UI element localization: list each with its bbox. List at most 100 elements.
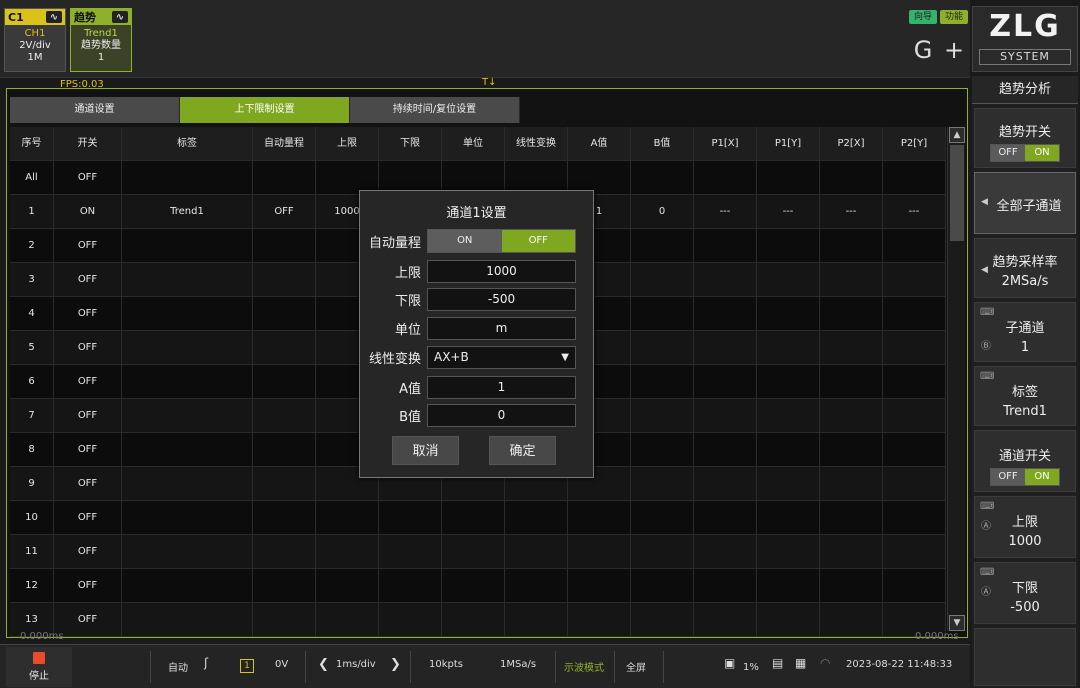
empty-soft-button[interactable] xyxy=(974,628,1076,686)
table-cell: OFF xyxy=(54,161,122,194)
table-header-cell: P2[X] xyxy=(820,127,883,160)
g-icon[interactable]: G xyxy=(909,30,937,70)
channel-switch-button[interactable]: 通道开关 OFF ON xyxy=(974,430,1076,492)
auto-range-toggle[interactable]: ON OFF xyxy=(427,229,576,253)
table-header-cell: 自动量程 xyxy=(253,127,316,160)
table-cell xyxy=(757,535,820,568)
scroll-thumb[interactable] xyxy=(950,145,964,241)
trigger-level[interactable]: 0V xyxy=(275,659,288,670)
fullscreen-button[interactable]: 全屏 xyxy=(626,659,646,674)
table-cell xyxy=(505,603,568,636)
timebase-value[interactable]: 1ms/div xyxy=(336,659,376,670)
b-input[interactable]: 0 xyxy=(427,403,576,427)
scroll-up-icon[interactable]: ▲ xyxy=(949,127,965,143)
table-header-cell: B值 xyxy=(631,127,694,160)
toggle-on-option[interactable]: ON xyxy=(428,230,502,252)
trend-tag: 趋势 xyxy=(74,11,96,24)
table-cell xyxy=(122,365,253,398)
tab-limit-settings[interactable]: 上下限制设置 xyxy=(180,97,350,123)
timebase-left-icon[interactable]: ❮ xyxy=(318,657,329,672)
table-cell xyxy=(883,161,946,194)
toggle-off-option[interactable]: OFF xyxy=(501,230,575,252)
table-cell xyxy=(631,161,694,194)
trigger-channel-box[interactable]: 1 xyxy=(240,659,254,673)
memory-depth[interactable]: 10kpts xyxy=(429,659,463,670)
table-header-row: 序号 开关 标签 自动量程 上限 下限 单位 线性变换 A值 B值 P1[X] P1[Y] P2[X] P… xyxy=(10,127,946,161)
table-cell xyxy=(253,433,316,466)
table-cell xyxy=(568,603,631,636)
function-button[interactable]: 功能 xyxy=(940,10,968,24)
table-row[interactable]: 11 OFF xyxy=(10,535,946,569)
table-cell xyxy=(316,535,379,568)
table-cell xyxy=(757,433,820,466)
table-row[interactable]: 12 OFF xyxy=(10,569,946,603)
trend-switch-button[interactable]: 趋势开关 OFF ON xyxy=(974,108,1076,168)
tab-duration-reset[interactable]: 持续时间/复位设置 xyxy=(350,97,520,123)
table-cell xyxy=(694,467,757,500)
a-input[interactable]: 1 xyxy=(427,375,576,399)
table-cell xyxy=(631,603,694,636)
trigger-mode[interactable]: 自动 xyxy=(168,659,188,674)
system-button[interactable]: SYSTEM xyxy=(979,49,1071,65)
table-cell xyxy=(820,467,883,500)
trend-tile[interactable]: 趋势 ∿ Trend1 趋势数量 1 xyxy=(70,8,132,72)
table-cell xyxy=(694,161,757,194)
trend-switch-toggle[interactable]: OFF ON xyxy=(990,144,1060,162)
guide-button[interactable]: 向导 xyxy=(909,10,937,24)
timebase-right-icon[interactable]: ❯ xyxy=(390,657,401,672)
table-cell xyxy=(505,569,568,602)
table-row[interactable]: 13 OFF xyxy=(10,603,946,637)
table-cell xyxy=(694,331,757,364)
lower-limit-button[interactable]: ⌨ Ⓐ 下限 -500 xyxy=(974,562,1076,624)
table-cell xyxy=(442,569,505,602)
trigger-marker: T↓ xyxy=(482,77,497,88)
table-row[interactable]: 10 OFF xyxy=(10,501,946,535)
tag-button[interactable]: ⌨ 标签 Trend1 xyxy=(974,366,1076,426)
scope-mode[interactable]: 示波模式 xyxy=(564,659,604,674)
scroll-down-icon[interactable]: ▼ xyxy=(949,615,965,631)
table-cell: 7 xyxy=(10,399,54,432)
table-cell xyxy=(820,331,883,364)
toggle-on: ON xyxy=(1025,469,1059,485)
ch1-name: CH1 xyxy=(24,28,46,39)
table-cell xyxy=(757,365,820,398)
table-cell xyxy=(820,365,883,398)
lower-input[interactable]: -500 xyxy=(427,287,576,311)
sample-rate-button[interactable]: ◀ 趋势采样率 2MSa/s xyxy=(974,238,1076,298)
table-cell xyxy=(883,365,946,398)
table-cell xyxy=(568,501,631,534)
table-cell xyxy=(316,501,379,534)
table-cell: 11 xyxy=(10,535,54,568)
sub-channel-button[interactable]: ⌨ Ⓑ 子通道 1 xyxy=(974,302,1076,362)
table-header-cell: 序号 xyxy=(10,127,54,160)
unit-input[interactable]: m xyxy=(427,316,576,340)
table-cell xyxy=(122,399,253,432)
table-scrollbar[interactable]: ▲ ▼ xyxy=(947,127,965,631)
table-cell xyxy=(631,433,694,466)
table-cell: 3 xyxy=(10,263,54,296)
all-sub-channels-button[interactable]: ◀ 全部子通道 xyxy=(974,172,1076,234)
table-header-cell: A值 xyxy=(568,127,631,160)
table-cell xyxy=(883,569,946,602)
table-cell: OFF xyxy=(253,195,316,228)
linear-select[interactable]: AX+B ▼ xyxy=(427,345,576,369)
plus-icon[interactable]: + xyxy=(940,30,968,70)
table-cell xyxy=(757,399,820,432)
bottom-bar: 停止 自动 ʃ 1 0V ❮ 1ms/div ❯ 10kpts 1MSa/s 示… xyxy=(0,644,970,688)
cancel-button[interactable]: 取消 xyxy=(392,436,459,465)
ch1-tile[interactable]: C1 ∿ CH1 2V/div 1M xyxy=(4,8,66,72)
tab-channel-settings[interactable]: 通道设置 xyxy=(10,97,180,123)
table-cell xyxy=(253,331,316,364)
sub-channel-label: 子通道 xyxy=(1005,321,1045,336)
table-cell xyxy=(379,501,442,534)
upper-input[interactable]: 1000 xyxy=(427,259,576,283)
upper-limit-button[interactable]: ⌨ Ⓐ 上限 1000 xyxy=(974,496,1076,558)
lower-limit-value: -500 xyxy=(1010,600,1040,615)
table-cell: OFF xyxy=(54,331,122,364)
stop-button[interactable]: 停止 xyxy=(6,647,72,687)
toggle-off: OFF xyxy=(991,145,1025,161)
table-cell xyxy=(631,399,694,432)
ok-button[interactable]: 确定 xyxy=(489,436,556,465)
rising-edge-icon[interactable]: ʃ xyxy=(204,656,208,670)
channel-switch-toggle[interactable]: OFF ON xyxy=(990,468,1060,486)
